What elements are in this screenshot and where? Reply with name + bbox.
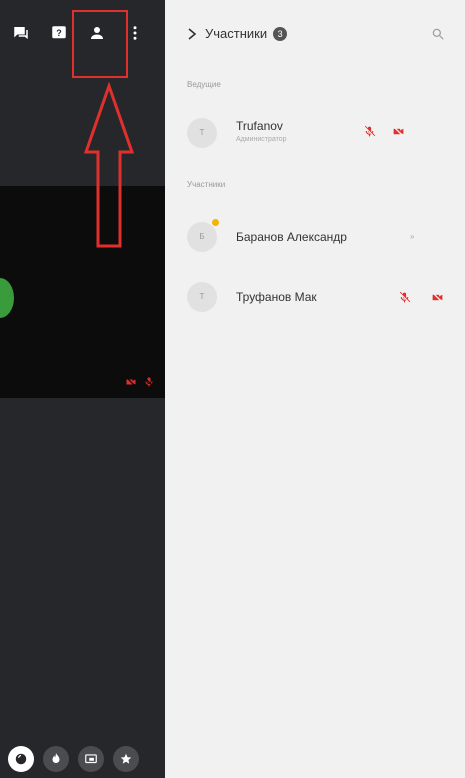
avatar: T (187, 282, 217, 312)
camera-off-icon[interactable] (392, 125, 405, 138)
participant-count-badge: 3 (273, 27, 288, 41)
avatar: Б (187, 222, 217, 252)
fire-button[interactable] (43, 746, 69, 772)
chevron-right-icon[interactable] (187, 28, 197, 40)
star-icon (120, 753, 132, 764)
participant-name: Труфанов Мак (236, 290, 317, 304)
hand-raised-indicator (212, 219, 219, 226)
participants-panel: Участники 3 Ведущие T Trufanov Администра… (165, 0, 465, 778)
participant-row[interactable]: T Trufanov Администратор (165, 114, 465, 154)
chat-icon[interactable] (12, 24, 30, 42)
avatar: T (187, 118, 217, 148)
search-icon[interactable] (431, 27, 445, 41)
camera-off-icon (125, 376, 137, 388)
star-button[interactable] (113, 746, 139, 772)
participants-section-label: Участники (187, 180, 226, 189)
fire-icon (52, 753, 60, 764)
panel-header: Участники 3 (165, 0, 465, 62)
reaction-icon (15, 753, 27, 765)
participant-name: Баранов Александр (236, 230, 347, 244)
more-vertical-icon[interactable] (126, 24, 144, 42)
bottom-action-bar (8, 746, 139, 772)
screen-share-button[interactable] (78, 746, 104, 772)
participant-row[interactable]: Б Баранов Александр » (165, 218, 465, 258)
video-status-icons (125, 376, 155, 388)
mic-off-icon[interactable] (363, 125, 376, 138)
camera-off-icon[interactable] (431, 291, 444, 304)
panel-title: Участники 3 (205, 26, 288, 41)
highlight-box (72, 10, 128, 78)
annotation-arrow-icon (83, 82, 135, 248)
question-icon[interactable]: ? (50, 24, 68, 42)
svg-text:?: ? (56, 28, 62, 38)
hosts-section-label: Ведущие (187, 80, 221, 89)
participant-more[interactable]: » (410, 232, 414, 241)
reaction-button[interactable] (8, 746, 34, 772)
participant-avatar-partial (0, 278, 14, 318)
panel-title-text: Участники (205, 26, 268, 41)
participant-role: Администратор (236, 136, 287, 143)
participant-row[interactable]: T Труфанов Мак (165, 278, 465, 318)
screen-share-icon (85, 754, 97, 764)
participant-name: Trufanov (236, 119, 283, 133)
mic-off-icon (144, 377, 154, 387)
mic-off-icon[interactable] (398, 291, 411, 304)
